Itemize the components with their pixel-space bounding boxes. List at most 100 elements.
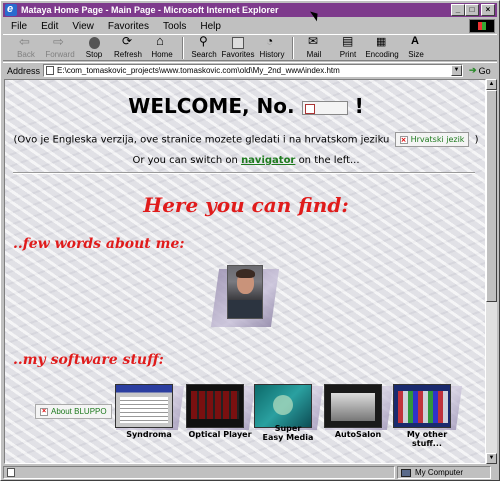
status-message (3, 466, 395, 479)
menu-tools[interactable]: Tools (161, 21, 188, 32)
croatian-language-link[interactable]: × Hrvatski jezik (394, 132, 470, 147)
print-button[interactable]: Print (331, 34, 365, 62)
forward-button[interactable]: Forward (43, 34, 77, 62)
back-label: Back (17, 50, 35, 59)
home-button[interactable]: Home (145, 33, 179, 62)
go-button[interactable]: ➔ Go (469, 65, 491, 76)
status-bar: My Computer (3, 465, 497, 480)
navigator-link[interactable]: navigator (241, 155, 295, 166)
browser-window: Mataya Home Page - Main Page - Microsoft… (0, 0, 500, 481)
encoding-label: Encoding (365, 50, 399, 59)
croatian-link-alt: Hrvatski jezik (410, 135, 465, 144)
encoding-icon (375, 35, 389, 49)
window-title: Mataya Home Page - Main Page - Microsoft… (21, 5, 279, 15)
optical-player-thumbnail (186, 384, 244, 428)
scroll-up-button[interactable]: ▲ (486, 79, 497, 90)
about-bluppo-link[interactable]: × About BLUPPO (35, 404, 112, 419)
size-label: Size (408, 50, 424, 59)
size-button[interactable]: Size (399, 35, 433, 62)
software-heading: ..my software stuff: (13, 352, 164, 368)
software-autosalon-link[interactable]: AutoSalon (324, 384, 394, 446)
navigator-note-suffix: on the left... (298, 155, 360, 166)
go-label: Go (478, 65, 491, 76)
address-value: E:\com_tomaskovic_projects\www.tomaskovi… (57, 66, 340, 75)
menu-edit[interactable]: Edit (39, 21, 60, 32)
portrait-hair (236, 269, 255, 278)
toolbar-separator (292, 37, 294, 59)
search-icon (197, 34, 211, 49)
software-caption: Optical Player (188, 430, 252, 439)
syndroma-thumbnail (115, 384, 173, 428)
welcome-text: WELCOME, No. (128, 94, 295, 118)
minimize-button[interactable]: _ (451, 4, 465, 16)
navigator-note: Or you can switch on navigator on the le… (5, 155, 485, 166)
language-note-text: (Ovo je Engleska verzija, ove stranice m… (13, 134, 390, 146)
forward-label: Forward (45, 50, 75, 59)
maximize-button[interactable]: □ (465, 4, 479, 16)
document-icon (7, 468, 15, 477)
vertical-scrollbar[interactable]: ▲ ▼ (486, 79, 497, 464)
back-arrow-icon (19, 34, 33, 50)
mail-button[interactable]: Mail (297, 34, 331, 62)
forward-arrow-icon (53, 34, 67, 50)
menu-help[interactable]: Help (198, 21, 223, 32)
encoding-button[interactable]: Encoding (365, 35, 399, 62)
broken-image-icon: × (399, 135, 408, 144)
stop-button[interactable]: Stop (77, 35, 111, 62)
portrait-photo (227, 265, 263, 319)
welcome-heading: WELCOME, No. ! (5, 94, 485, 118)
scroll-down-button[interactable]: ▼ (486, 453, 497, 464)
history-button[interactable]: History (255, 34, 289, 62)
favorites-icon (232, 37, 244, 49)
software-syndroma-link[interactable]: Syndroma (115, 384, 185, 446)
language-note-close: ) (474, 134, 479, 146)
address-label: Address (7, 65, 41, 76)
address-bar: Address E:\com_tomaskovic_projects\www.t… (3, 62, 497, 78)
refresh-button[interactable]: Refresh (111, 34, 145, 62)
mail-label: Mail (306, 50, 322, 59)
software-other-stuff-link[interactable]: My other stuff... (393, 384, 463, 448)
portrait-shirt (228, 300, 262, 318)
menu-favorites[interactable]: Favorites (106, 21, 151, 32)
software-caption: AutoSalon (334, 430, 382, 439)
page-content: WELCOME, No. ! (Ovo je Engleska verzija,… (5, 80, 485, 463)
super-easy-media-thumbnail (254, 384, 312, 428)
zone-label: My Computer (415, 468, 464, 477)
search-label: Search (191, 50, 217, 59)
software-caption: My other stuff... (406, 430, 448, 448)
print-label: Print (339, 50, 357, 59)
home-label: Home (151, 50, 173, 59)
computer-icon (401, 468, 411, 477)
close-button[interactable]: × (481, 4, 495, 16)
autosalon-thumbnail (324, 384, 382, 428)
back-button[interactable]: Back (9, 34, 43, 62)
toolbar-separator (182, 37, 184, 59)
history-icon (265, 34, 279, 49)
refresh-label: Refresh (113, 50, 142, 59)
address-input[interactable]: E:\com_tomaskovic_projects\www.tomaskovi… (43, 64, 464, 77)
menu-view[interactable]: View (70, 21, 96, 32)
history-label: History (259, 50, 285, 59)
mail-icon (307, 34, 321, 49)
menu-file[interactable]: File (9, 21, 29, 32)
visitor-counter-broken-image (301, 100, 348, 115)
software-optical-player-link[interactable]: Optical Player (186, 384, 256, 446)
language-note: (Ovo je Engleska verzija, ove stranice m… (5, 132, 485, 147)
home-icon (155, 33, 169, 49)
other-stuff-thumbnail (393, 384, 451, 428)
ie-app-icon[interactable] (5, 2, 17, 16)
broken-image-icon: × (40, 407, 48, 416)
text-size-icon (409, 35, 423, 49)
favorites-button[interactable]: Favorites (221, 35, 255, 62)
go-arrow-icon: ➔ (469, 65, 477, 75)
page-viewport: WELCOME, No. ! (Ovo je Engleska verzija,… (4, 79, 486, 464)
software-caption: Super Easy Media (262, 424, 314, 442)
find-heading: Here you can find: (143, 193, 349, 217)
address-dropdown-arrow[interactable]: ▼ (451, 65, 463, 76)
stop-icon (88, 37, 100, 49)
scroll-thumb[interactable] (486, 90, 497, 302)
search-button[interactable]: Search (187, 34, 221, 62)
about-me-photo-link[interactable] (210, 265, 280, 327)
software-super-easy-media-link[interactable]: Super Easy Media (254, 384, 324, 446)
software-caption: Syndroma (126, 430, 172, 439)
